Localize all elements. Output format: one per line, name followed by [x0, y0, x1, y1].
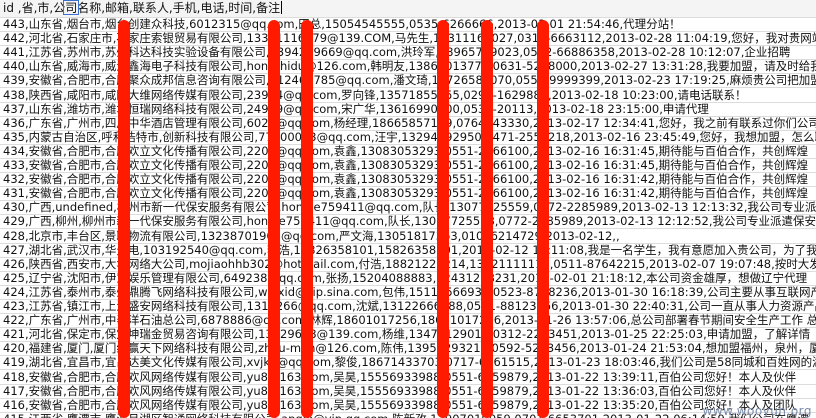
header-row[interactable]: id ,省,市,公司名称,邮箱,联系人,手机,电话,时间,备注	[0, 0, 816, 18]
header-text: id ,省,市,公司名称,邮箱,联系人,手机,电话,时间,备注	[3, 1, 281, 15]
redaction-line	[301, 20, 313, 418]
watermark: www.wooyun.org	[702, 404, 812, 418]
redaction-line	[118, 20, 130, 418]
redaction-line	[437, 20, 449, 418]
redaction-line	[537, 20, 549, 418]
redaction-line	[268, 20, 280, 418]
text-cursor	[281, 1, 283, 14]
redaction-line	[481, 20, 493, 418]
